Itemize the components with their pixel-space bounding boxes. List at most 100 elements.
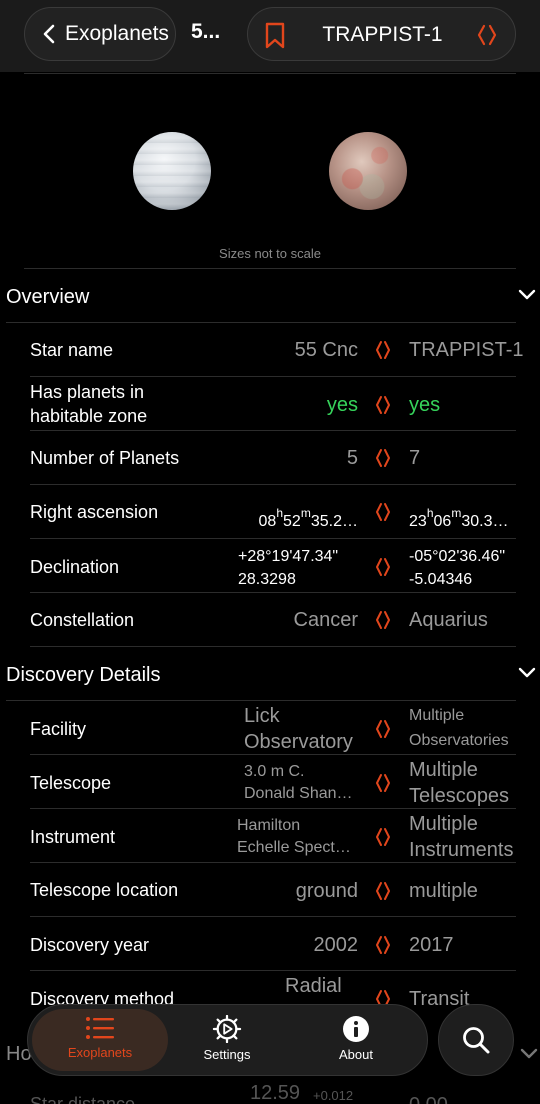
value-delta-partial: +0.012 bbox=[313, 1088, 354, 1103]
row-label-partial: Star distance bbox=[30, 1094, 136, 1104]
row-star-name: Star name 55 Cnc TRAPPIST-1 bbox=[0, 323, 540, 377]
row-label: Instrument bbox=[30, 827, 116, 847]
tab-label: Exoplanets bbox=[67, 1045, 133, 1060]
swap-icon[interactable] bbox=[375, 447, 391, 469]
row-label: Star name bbox=[30, 340, 114, 360]
row-label: Telescope bbox=[30, 773, 112, 793]
chevron-left-icon bbox=[43, 24, 55, 44]
divider bbox=[30, 646, 516, 647]
top-bar: Exoplanets 5... TRAPPIST-1 bbox=[0, 0, 540, 72]
value-left: Radial bbox=[285, 975, 342, 997]
planet-image-trappist[interactable] bbox=[329, 132, 407, 210]
value-right: 2017 bbox=[409, 934, 454, 956]
value-left: 2002 bbox=[313, 934, 359, 956]
row-instrument: Instrument Hamilton Echelle Spect… Multi… bbox=[0, 809, 540, 863]
planet-image-55cnc[interactable] bbox=[133, 132, 211, 210]
section-overview[interactable]: Overview bbox=[0, 271, 540, 323]
row-habitable-zone: Has planets in habitable zone yes yes bbox=[0, 377, 540, 431]
row-label: Facility bbox=[30, 719, 87, 739]
chevron-down-icon bbox=[518, 289, 536, 300]
value-left-line2: Echelle Spect… bbox=[237, 839, 351, 856]
row-number-of-planets: Number of Planets 5 7 bbox=[0, 431, 540, 485]
swap-icon[interactable] bbox=[375, 772, 391, 794]
chevron-down-icon bbox=[520, 1048, 538, 1059]
row-label: Declination bbox=[30, 557, 120, 577]
back-label: Exoplanets bbox=[65, 22, 169, 45]
row-declination: Declination +28°19'47.34" 28.3298 -05°02… bbox=[0, 539, 540, 593]
row-label: Discovery year bbox=[30, 935, 150, 955]
tab-label: About bbox=[339, 1047, 373, 1062]
swap-icon[interactable] bbox=[375, 934, 391, 956]
row-right-ascension: Right ascension 08h52m35.2… 23h06m30.3… bbox=[0, 485, 540, 539]
value-right: 23h06m30.3… bbox=[409, 506, 509, 530]
value-right: yes bbox=[409, 394, 441, 416]
list-icon bbox=[86, 1017, 114, 1039]
value-right-line2: -5.04346 bbox=[409, 571, 473, 588]
value-left: Cancer bbox=[293, 609, 358, 631]
tab-about[interactable]: About bbox=[296, 1015, 416, 1062]
search-button[interactable] bbox=[438, 1004, 514, 1076]
row-label: Has planets in habitable zone bbox=[30, 382, 148, 426]
value-left-line1: Lick bbox=[244, 705, 280, 727]
section-title: Discovery Details bbox=[6, 664, 161, 686]
row-label: Constellation bbox=[30, 610, 135, 630]
value-left-partial: 12.59 bbox=[250, 1082, 301, 1104]
back-button[interactable]: Exoplanets bbox=[24, 7, 176, 61]
search-icon bbox=[463, 1027, 490, 1054]
tab-bar: Exoplanets Settings About bbox=[27, 1004, 428, 1076]
swap-icon[interactable] bbox=[375, 501, 391, 523]
divider bbox=[24, 268, 516, 269]
swap-icon[interactable] bbox=[375, 339, 391, 361]
tab-label: Settings bbox=[203, 1047, 251, 1062]
value-left: 5 bbox=[346, 447, 358, 469]
value-right-line2: Telescopes bbox=[409, 785, 510, 807]
swap-icon[interactable] bbox=[375, 556, 391, 578]
swap-icon[interactable] bbox=[375, 826, 391, 848]
value-right-line2: Instruments bbox=[409, 839, 514, 861]
section-discovery-details[interactable]: Discovery Details bbox=[0, 649, 540, 701]
value-right: Aquarius bbox=[409, 609, 488, 631]
row-label: Number of Planets bbox=[30, 448, 180, 468]
value-left-line1: +28°19'47.34" bbox=[238, 548, 339, 565]
divider bbox=[24, 73, 516, 74]
row-facility: Facility Lick Observatory Multiple Obser… bbox=[0, 701, 540, 755]
swap-icon[interactable] bbox=[375, 394, 391, 416]
value-right: 7 bbox=[409, 447, 421, 469]
row-label: Telescope location bbox=[30, 880, 179, 900]
page-title: 5... bbox=[191, 20, 221, 43]
value-left-line1: 3.0 m C. bbox=[244, 763, 305, 780]
scale-note: Sizes not to scale bbox=[219, 246, 321, 261]
value-left: 55 Cnc bbox=[294, 339, 358, 361]
tab-exoplanets[interactable]: Exoplanets bbox=[40, 1015, 160, 1060]
row-telescope-location: Telescope location ground multiple bbox=[0, 863, 540, 917]
value-left: 08h52m35.2… bbox=[258, 506, 358, 530]
chevron-down-icon bbox=[518, 667, 536, 678]
swap-icon[interactable] bbox=[375, 718, 391, 740]
swap-icon[interactable] bbox=[476, 23, 498, 47]
value-left: yes bbox=[326, 394, 358, 416]
value-right-line1: Multiple bbox=[409, 707, 465, 724]
value-right-partial: 0.00 bbox=[409, 1094, 448, 1104]
value-right-line1: Multiple bbox=[409, 759, 478, 781]
info-icon bbox=[343, 1016, 369, 1042]
row-constellation: Constellation Cancer Aquarius bbox=[0, 593, 540, 647]
value-right: TRAPPIST-1 bbox=[409, 339, 524, 361]
compare-pill[interactable]: TRAPPIST-1 bbox=[247, 7, 516, 61]
value-right-line2: Observatories bbox=[409, 732, 509, 749]
row-label: Right ascension bbox=[30, 502, 159, 522]
value-left-line2: Donald Shan… bbox=[244, 785, 353, 802]
value-left-line2: Observatory bbox=[244, 731, 353, 753]
settings-gear-icon bbox=[212, 1015, 242, 1043]
value-left: ground bbox=[295, 880, 358, 902]
value-right-line1: -05°02'36.46" bbox=[409, 548, 506, 565]
swap-icon[interactable] bbox=[375, 609, 391, 631]
value-left-line1: Hamilton bbox=[237, 817, 301, 834]
tab-settings[interactable]: Settings bbox=[167, 1015, 287, 1062]
section-title: Overview bbox=[6, 286, 90, 308]
value-right: multiple bbox=[409, 880, 478, 902]
row-telescope: Telescope 3.0 m C. Donald Shan… Multiple… bbox=[0, 755, 540, 809]
value-left-line2: 28.3298 bbox=[238, 571, 296, 588]
value-right-line1: Multiple bbox=[409, 813, 478, 835]
swap-icon[interactable] bbox=[375, 880, 391, 902]
row-discovery-year: Discovery year 2002 2017 bbox=[0, 917, 540, 971]
